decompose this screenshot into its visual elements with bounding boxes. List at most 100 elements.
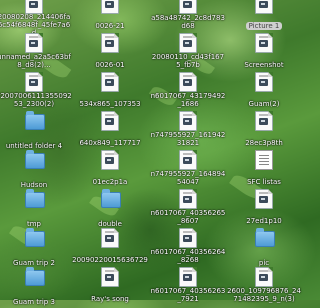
desktop-file[interactable]: 534x865_107353 (72, 72, 148, 110)
desktop-file[interactable]: n747955927_16489454047 (150, 150, 226, 188)
desktop-item-label: Hudson (20, 181, 48, 189)
image-file-icon (255, 0, 273, 14)
icon-image (101, 150, 119, 170)
image-file-icon (179, 111, 197, 131)
desktop-file[interactable]: a58a48742_2c8d783d68 (150, 0, 226, 32)
desktop-folder[interactable]: double (72, 189, 148, 230)
icon-image (101, 228, 119, 248)
desktop-file[interactable]: n6017067_40356265_8607 (150, 189, 226, 227)
image-file-icon (179, 228, 197, 248)
desktop-folder[interactable]: Guam trip 2 (0, 228, 72, 269)
folder-icon (25, 111, 45, 130)
image-file-icon (179, 33, 197, 53)
image-file-icon (255, 267, 273, 287)
folder-icon (25, 267, 45, 286)
folder-icon (25, 228, 45, 247)
image-file-icon (255, 72, 273, 92)
icon-image (101, 0, 119, 14)
desktop-file[interactable]: unnamed_a2a5c63bf8_d8(2)... (0, 33, 72, 71)
icon-image (25, 150, 45, 171)
desktop-folder[interactable]: untitled folder 4 (0, 111, 72, 152)
desktop-item-label: double (98, 220, 122, 228)
desktop-file[interactable]: 0026-01 (72, 33, 148, 71)
icon-image (179, 72, 197, 92)
desktop-item-label: 01ec2p1a (92, 178, 128, 186)
desktop-item-label: unnamed_a2a5c63bf8_d8(2)... (0, 53, 71, 69)
desktop-file[interactable]: Picture 1 (226, 0, 302, 32)
desktop-text-file[interactable]: SFC listas (226, 150, 302, 188)
desktop-item-label: untitled folder 4 (5, 142, 63, 150)
image-file-icon (179, 0, 197, 14)
desktop-item-label: Guam(2) (248, 100, 280, 108)
folder-icon (25, 189, 45, 208)
icon-image (179, 189, 197, 209)
icon-image (25, 267, 45, 288)
desktop-file[interactable]: 640x849_117717 (72, 111, 148, 149)
icon-image (255, 72, 273, 92)
desktop-file[interactable]: n6017067_43179492_1686 (150, 72, 226, 110)
icon-image (101, 267, 119, 287)
desktop-item-label: 2600_109796876_2471482395_9_n(3) (227, 287, 301, 303)
folder-icon (255, 228, 275, 247)
image-file-icon (101, 267, 119, 287)
image-file-icon (101, 228, 119, 248)
desktop-file[interactable]: P200700611135509253_2300(2) (0, 72, 72, 110)
image-file-icon (101, 33, 119, 53)
desktop-folder[interactable]: tmp (0, 189, 72, 230)
desktop-folder[interactable]: pic (226, 228, 302, 269)
folder-icon (25, 150, 45, 169)
folder-icon (101, 189, 121, 208)
desktop-item-label: Guam trip 3 (13, 298, 55, 306)
desktop-file[interactable]: Guam(2) (226, 72, 302, 110)
image-file-icon (25, 72, 43, 92)
desktop-item-label: n747955927_16194231821 (150, 131, 226, 147)
image-file-icon (101, 0, 119, 14)
desktop-file[interactable]: n747955927_16194231821 (150, 111, 226, 149)
image-file-icon (101, 72, 119, 92)
icon-image (25, 228, 45, 249)
image-file-icon (179, 72, 197, 92)
image-file-icon (179, 189, 197, 209)
image-file-icon (255, 33, 273, 53)
icon-image (179, 33, 197, 53)
desktop-file[interactable]: 0026-21 (72, 0, 148, 32)
desktop-folder[interactable]: Hudson (0, 150, 72, 191)
icon-image (179, 0, 197, 14)
icon-image (101, 72, 119, 92)
desktop-item-label: n747955927_16489454047 (150, 170, 226, 186)
icon-image (255, 150, 273, 170)
desktop-file[interactable]: 20080110_cd43f1675_fb7b (150, 33, 226, 71)
text-document-icon (255, 150, 273, 170)
desktop-item-label: SFC listas (247, 178, 281, 186)
desktop-file[interactable]: Ray's song (72, 267, 148, 305)
desktop-item-label: Guam trip 2 (13, 259, 55, 267)
icon-image (179, 228, 197, 248)
desktop-file[interactable]: n6017067_40356263_7921 (150, 267, 226, 305)
image-file-icon (25, 0, 43, 14)
desktop-file[interactable]: 27ed1p10 (226, 189, 302, 227)
icon-image (255, 0, 273, 14)
desktop-file[interactable]: Screenshot (226, 33, 302, 71)
desktop-file[interactable]: 2600_109796876_2471482395_9_n(3) (226, 267, 302, 305)
desktop-item-label: n6017067_40356263_7921 (150, 287, 226, 303)
icon-image (255, 33, 273, 53)
desktop-item-label: a58a48742_2c8d783d68 (151, 14, 225, 30)
desktop-item-label: P200700611135509253_2300(2) (0, 92, 72, 108)
desktop-item-label: Screenshot (244, 61, 284, 69)
desktop-folder[interactable]: Guam trip 3 (0, 267, 72, 308)
desktop-item-label: n6017067_40356264_8268 (150, 248, 226, 264)
desktop-file[interactable]: n6017067_40356264_8268 (150, 228, 226, 266)
icon-image (101, 111, 119, 131)
icon-image (179, 267, 197, 287)
icon-image (255, 267, 273, 287)
image-file-icon (25, 33, 43, 53)
desktop-item-label: tmp (26, 220, 41, 228)
icon-image (25, 0, 43, 14)
icon-image (101, 33, 119, 53)
desktop-file[interactable]: 28ec3p8th (226, 111, 302, 149)
desktop-item-label: n6017067_40356265_8607 (150, 209, 226, 225)
image-file-icon (179, 267, 197, 287)
desktop-file[interactable]: 20090220015636729 (72, 228, 148, 266)
desktop-item-label: 27ed1p10 (246, 217, 282, 225)
desktop-file[interactable]: 01ec2p1a (72, 150, 148, 188)
